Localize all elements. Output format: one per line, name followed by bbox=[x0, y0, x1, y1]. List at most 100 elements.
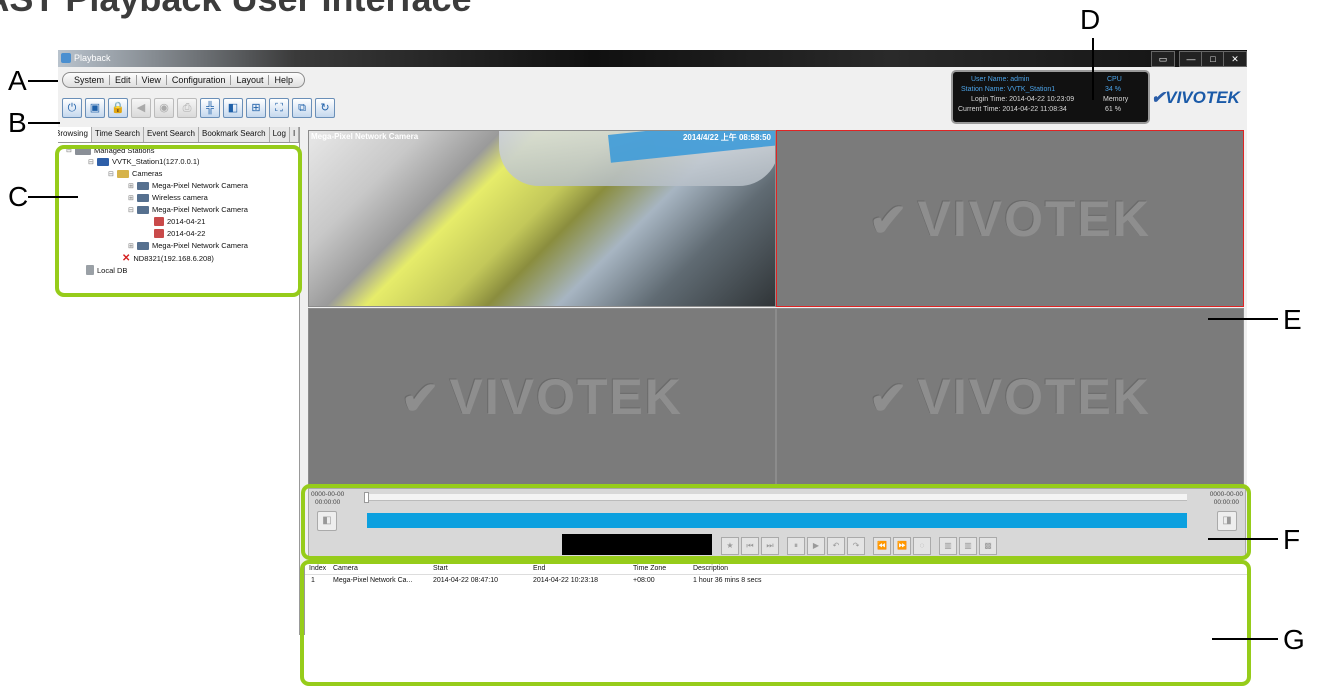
audio-icon[interactable]: ▥ bbox=[939, 537, 957, 555]
watermark-camera-icon: ✔ bbox=[868, 193, 910, 246]
prev-frame-icon[interactable]: ⏪ bbox=[873, 537, 891, 555]
play-icon[interactable]: ▶ bbox=[807, 537, 825, 555]
video-cell-2[interactable]: ✔ VIVOTEK bbox=[776, 130, 1244, 307]
col-header-description[interactable]: Description bbox=[693, 565, 728, 572]
tree-managed-stations[interactable]: ⊟ Managed Stations bbox=[66, 145, 154, 155]
row-start[interactable]: 2014-04-22 08:47:10 bbox=[433, 577, 498, 584]
window-restore-button[interactable]: ▭ bbox=[1151, 51, 1175, 67]
callout-g-line bbox=[1212, 638, 1278, 640]
calendar-icon bbox=[154, 229, 164, 238]
volume-icon[interactable]: ▥ bbox=[959, 537, 977, 555]
power-icon[interactable]: ⏻ bbox=[62, 98, 82, 118]
speaker-icon[interactable]: ◀ bbox=[131, 98, 151, 118]
dewarp-icon[interactable]: ╬ bbox=[200, 98, 220, 118]
col-header-end[interactable]: End bbox=[533, 565, 545, 572]
tree-cameras-folder[interactable]: ⊟ Cameras bbox=[108, 169, 162, 178]
tab-overflow[interactable]: I bbox=[290, 127, 300, 142]
window-minimize-button[interactable]: — bbox=[1179, 51, 1203, 67]
row-description[interactable]: 1 hour 36 mins 8 secs bbox=[693, 577, 761, 584]
station-icon bbox=[97, 157, 109, 166]
menu-help[interactable]: Help bbox=[269, 75, 298, 85]
rewind-icon[interactable]: ↶ bbox=[827, 537, 845, 555]
title-bar: Playback ▭ — □ ✕ bbox=[58, 50, 1247, 67]
monitor-icon[interactable]: ▣ bbox=[85, 98, 105, 118]
tree-camera-2[interactable]: ⊞ Wireless camera bbox=[128, 193, 208, 202]
skip-start-icon[interactable]: ⏮ bbox=[741, 537, 759, 555]
sequence-icon[interactable]: ⧉ bbox=[292, 98, 312, 118]
timeline-next-button[interactable]: ◨ bbox=[1217, 511, 1237, 531]
tree-nvr[interactable]: ✕ ND8321(192.168.6.208) bbox=[122, 253, 214, 264]
tab-event-search[interactable]: Event Search bbox=[144, 127, 199, 142]
refresh-icon[interactable]: ↻ bbox=[315, 98, 335, 118]
bookmark-icon[interactable]: ★ bbox=[721, 537, 739, 555]
camera-icon bbox=[137, 205, 149, 214]
cpu-label: CPU bbox=[1107, 76, 1122, 83]
layout-grid-icon[interactable]: ⊞ bbox=[246, 98, 266, 118]
server-group-icon bbox=[75, 145, 91, 155]
video-timestamp: 2014/4/22 上午 08:58:50 bbox=[682, 133, 771, 142]
tab-log[interactable]: Log bbox=[270, 127, 290, 142]
timeline-scrubber[interactable] bbox=[364, 492, 369, 503]
tree-camera-4[interactable]: ⊞ Mega-Pixel Network Camera bbox=[128, 241, 248, 250]
timeline-recording-bar[interactable] bbox=[367, 513, 1187, 528]
forward-icon[interactable]: ↷ bbox=[847, 537, 865, 555]
menu-configuration[interactable]: Configuration bbox=[167, 75, 231, 85]
tree-station[interactable]: ⊟ VVTK_Station1(127.0.0.1) bbox=[88, 157, 200, 166]
col-header-index[interactable]: Index bbox=[309, 565, 326, 572]
timeline-prev-button[interactable]: ◧ bbox=[317, 511, 337, 531]
col-header-time-zone[interactable]: Time Zone bbox=[633, 565, 666, 572]
tab-bookmark-search[interactable]: Bookmark Search bbox=[199, 127, 270, 142]
next-frame-icon[interactable]: ⏩ bbox=[893, 537, 911, 555]
timeline-end-time: 0000-00-00 00:00:00 bbox=[1209, 491, 1243, 506]
menu-system[interactable]: System bbox=[69, 75, 109, 85]
timeline-track[interactable] bbox=[367, 494, 1187, 501]
skip-end-icon[interactable]: ⏭ bbox=[761, 537, 779, 555]
callout-c: C bbox=[8, 181, 29, 212]
row-index[interactable]: 1 bbox=[311, 577, 315, 584]
toolbar: ⏻ ▣ 🔒 ◀ ◉ ⎙ ╬ ◧ ⊞ ⛶ ⧉ ↻ bbox=[62, 98, 335, 118]
current-time-label: Current Time: 2014-04-22 11:08:34 bbox=[958, 106, 1067, 113]
video-camera-name: Mega-Pixel Network Camera bbox=[311, 132, 419, 141]
col-header-camera[interactable]: Camera bbox=[333, 565, 358, 572]
loop-icon[interactable]: ◌ bbox=[913, 537, 931, 555]
lock-icon[interactable]: 🔒 bbox=[108, 98, 128, 118]
camera-icon bbox=[137, 181, 149, 190]
row-end[interactable]: 2014-04-22 10:23:18 bbox=[533, 577, 598, 584]
export-icon[interactable]: ▩ bbox=[979, 537, 997, 555]
col-header-start[interactable]: Start bbox=[433, 565, 448, 572]
window-maximize-button[interactable]: □ bbox=[1201, 51, 1225, 67]
menu-edit[interactable]: Edit bbox=[110, 75, 136, 85]
video-cell-3[interactable]: ✔ VIVOTEK bbox=[308, 308, 776, 486]
tab-time-search[interactable]: Time Search bbox=[92, 127, 144, 142]
app-icon bbox=[61, 53, 71, 63]
callout-c-line bbox=[28, 196, 78, 198]
callout-a-line bbox=[28, 80, 58, 82]
video-cell-1[interactable]: Mega-Pixel Network Camera 2014/4/22 上午 0… bbox=[308, 130, 776, 307]
menu-layout[interactable]: Layout bbox=[231, 75, 268, 85]
playback-timeline: 0000-00-00 00:00:00 0000-00-00 00:00:00 ◧ … bbox=[308, 488, 1246, 558]
fullscreen-icon[interactable]: ⛶ bbox=[269, 98, 289, 118]
memory-label: Memory bbox=[1103, 96, 1129, 103]
window-close-button[interactable]: ✕ bbox=[1223, 51, 1247, 67]
login-time-label: Login Time: 2014-04-22 10:23:09 bbox=[971, 96, 1075, 103]
tree-camera-1[interactable]: ⊞ Mega-Pixel Network Camera bbox=[128, 181, 248, 190]
pause-icon[interactable]: ⏸ bbox=[787, 537, 805, 555]
vivotek-logo: ✔VIVOTEK bbox=[1151, 88, 1240, 107]
camera-icon bbox=[137, 193, 149, 202]
tree-local-db[interactable]: Local DB bbox=[86, 265, 127, 275]
tab-browsing[interactable]: Browsing bbox=[58, 127, 92, 142]
callout-f: F bbox=[1283, 524, 1301, 555]
row-camera[interactable]: Mega-Pixel Network Ca... bbox=[333, 577, 412, 584]
callout-d-line bbox=[1092, 38, 1094, 100]
snapshot-icon[interactable]: ◉ bbox=[154, 98, 174, 118]
tree-camera-3[interactable]: ⊟ Mega-Pixel Network Camera bbox=[128, 205, 248, 214]
tree-date-1[interactable]: 2014-04-21 bbox=[154, 217, 205, 226]
menu-view[interactable]: View bbox=[137, 75, 166, 85]
tree-date-2[interactable]: 2014-04-22 bbox=[154, 229, 205, 238]
search-result-list: Index Camera Start End Time Zone Descrip… bbox=[304, 562, 1247, 635]
row-time-zone[interactable]: +08:00 bbox=[633, 577, 655, 584]
video-cell-4[interactable]: ✔ VIVOTEK bbox=[776, 308, 1244, 486]
camera-icon[interactable]: ◧ bbox=[223, 98, 243, 118]
print-icon[interactable]: ⎙ bbox=[177, 98, 197, 118]
station-name-label: Station Name: VVTK_Station1 bbox=[961, 86, 1056, 93]
